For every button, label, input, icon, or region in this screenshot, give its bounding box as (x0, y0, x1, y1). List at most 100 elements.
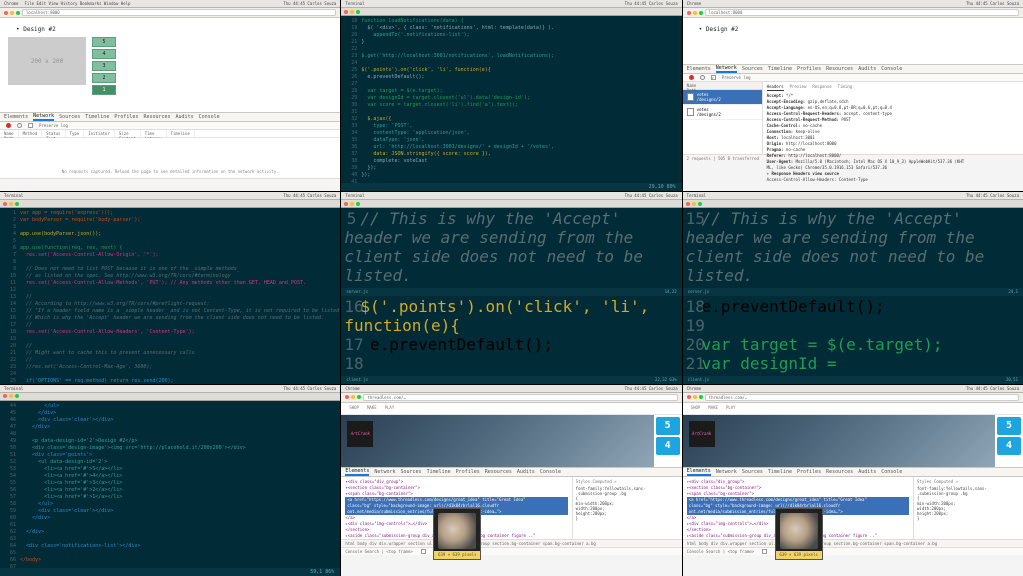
network-request-row[interactable]: votes/designs/2 (683, 105, 762, 120)
address-bar[interactable]: localhost:8000 (22, 9, 336, 16)
clear-icon[interactable] (17, 123, 22, 128)
hero-image[interactable]: ArtCrank (683, 415, 995, 467)
site-nav[interactable]: SHOPMAKEPLAY (341, 403, 681, 415)
devtools-tabs[interactable]: Elements Network Sources Timeline Profiles Re… (683, 467, 1023, 477)
devtools-tab[interactable]: Network (33, 113, 54, 121)
clear-icon[interactable] (700, 75, 705, 80)
score-buttons[interactable]: 54 (995, 415, 1023, 467)
devtools-tab[interactable]: Timeline (85, 114, 109, 120)
editor-pane-bottom[interactable]: 16$('.points').on('click', 'li', functio… (341, 296, 681, 376)
devtools-tab[interactable]: Network (716, 469, 737, 475)
page-content: • Design #2 200 x 200 54321 (0, 18, 340, 112)
preview-art (438, 513, 476, 549)
styles-pane[interactable]: Styles Computed » font-family:Yellowtail… (572, 477, 682, 539)
editor-pane-top[interactable]: 15// This is why the 'Accept' header we … (683, 208, 1023, 288)
image-preview-tooltip: 639 × 639 pixels (433, 508, 481, 560)
regex-checkbox[interactable] (762, 549, 767, 554)
score-button[interactable]: 5 (997, 417, 1021, 435)
devtools-tab[interactable]: Network (716, 65, 737, 73)
macos-menubar: Chrome File Edit View History Bookmarks … (0, 0, 340, 8)
record-icon[interactable] (689, 75, 694, 80)
devtools-tab[interactable]: Console (199, 114, 220, 120)
vim-statusline: 29,10 80% (341, 183, 681, 191)
file-icon (687, 93, 694, 101)
editor-pane[interactable]: 44 </ul>45 </div>46 <div class='clear'><… (0, 401, 340, 576)
devtools-tab[interactable]: Profiles (797, 66, 821, 72)
vote-button[interactable]: 4 (92, 49, 116, 59)
console-bar[interactable]: Console Search | <top frame> Regular exp… (341, 547, 681, 555)
elements-panel[interactable]: ▾<div class="div_group"> ▾<section class… (341, 477, 681, 539)
network-body: No requests captured. Reload the page to… (0, 138, 340, 178)
editor-pane[interactable]: 1var app = require('express')();2var bod… (0, 208, 340, 383)
devtools-subbar[interactable]: Preserve log (0, 122, 340, 130)
devtools-tabs[interactable]: Elements Network Sources Timeline Profiles Re… (683, 64, 1023, 74)
devtools-tab[interactable]: Elements (4, 114, 28, 120)
score-button[interactable]: 4 (997, 437, 1021, 455)
devtools-tab[interactable]: Elements (345, 468, 369, 476)
devtools-tab[interactable]: Console (540, 469, 561, 475)
devtools-tab[interactable]: Profiles (456, 469, 480, 475)
devtools-tab[interactable]: Audits (517, 469, 535, 475)
regex-checkbox[interactable] (421, 549, 426, 554)
address-bar[interactable]: localhost:8000 (705, 9, 1019, 16)
editor-pane[interactable]: 18function loadNotifications(data) {19 $… (341, 16, 681, 191)
window-traffic-lights[interactable] (344, 10, 360, 14)
editor-pane-top[interactable]: 5// This is why the 'Accept' header we a… (341, 208, 681, 288)
devtools-tab[interactable]: Console (881, 66, 902, 72)
devtools-tab[interactable]: Audits (858, 469, 876, 475)
devtools-subbar[interactable]: Preserve log (683, 74, 1023, 82)
preserve-log-checkbox[interactable] (28, 123, 33, 128)
devtools-tab[interactable]: Resources (143, 114, 170, 120)
vote-button[interactable]: 1 (92, 85, 116, 95)
menubar-app: Chrome (4, 1, 18, 6)
devtools-tab[interactable]: Sources (59, 114, 80, 120)
editor-pane-bottom[interactable]: 18e.preventDefault();1920var target = $(… (683, 296, 1023, 376)
window-traffic-lights[interactable] (4, 11, 20, 15)
artcrank-badge: ArtCrank (347, 421, 373, 447)
vote-button[interactable]: 2 (92, 73, 116, 83)
score-button[interactable]: 5 (656, 417, 680, 435)
styles-pane[interactable]: Styles Computed » font-family:Yellowtail… (913, 477, 1023, 539)
site-nav[interactable]: SHOPMAKEPLAY (683, 403, 1023, 415)
preserve-log-checkbox[interactable] (711, 75, 716, 80)
tile-terminal-html: TerminalThu 44:45 Carlos Souza 44 </ul>4… (0, 385, 340, 576)
devtools-tab[interactable]: Elements (687, 66, 711, 72)
devtools-tab[interactable]: Elements (687, 468, 711, 476)
dom-breadcrumb[interactable]: html body div div.wrapper section ul.sli… (683, 539, 1023, 547)
menubar-items[interactable]: File Edit View History Bookmarks Window … (24, 1, 130, 6)
devtools-tab[interactable]: Timeline (427, 469, 451, 475)
vote-button[interactable]: 5 (92, 37, 116, 47)
devtools-tab[interactable]: Profiles (797, 469, 821, 475)
dom-breadcrumb[interactable]: html body div div.wrapper section ul.sli… (341, 539, 681, 547)
devtools-tab[interactable]: Sources (742, 66, 763, 72)
devtools-tab[interactable]: Audits (176, 114, 194, 120)
hero-image[interactable]: ArtCrank (341, 415, 653, 467)
devtools-tab[interactable]: Resources (826, 66, 853, 72)
devtools-tab[interactable]: Console (881, 469, 902, 475)
image-preview-tooltip: 639 × 639 pixels (775, 508, 823, 560)
devtools-tab[interactable]: Network (374, 469, 395, 475)
preview-caption: 639 × 639 pixels (434, 551, 480, 559)
window-traffic-lights[interactable] (687, 11, 703, 15)
devtools-tab[interactable]: Resources (826, 469, 853, 475)
score-button[interactable]: 4 (656, 437, 680, 455)
devtools-tab[interactable]: Sources (401, 469, 422, 475)
address-bar[interactable]: threadless.com/… (363, 394, 677, 401)
devtools-tab[interactable]: Timeline (768, 469, 792, 475)
devtools-tab[interactable]: Timeline (768, 66, 792, 72)
devtools-tab[interactable]: Resources (485, 469, 512, 475)
devtools-tabs[interactable]: Elements Network Sources Timeline Profiles Re… (341, 467, 681, 477)
devtools-tabs[interactable]: Elements Network Sources Timeline Profiles Re… (0, 112, 340, 122)
network-request-list[interactable]: NamePath votes/designs/2votes/designs/2 (683, 82, 763, 154)
vote-button[interactable]: 3 (92, 61, 116, 71)
placeholder-image: 200 x 200 (8, 37, 86, 85)
devtools-tab[interactable]: Audits (858, 66, 876, 72)
record-icon[interactable] (6, 123, 11, 128)
tile-terminal-split-1: TerminalThu 44:45 Carlos Souza 5// This … (341, 192, 681, 383)
tile-terminal-split-2: TerminalThu 44:45 Carlos Souza 15// This… (683, 192, 1023, 383)
address-bar[interactable]: threadless.com/… (705, 394, 1019, 401)
console-bar[interactable]: Console Search | <top frame> Regular exp… (683, 547, 1023, 555)
devtools-tab[interactable]: Sources (742, 469, 763, 475)
devtools-tab[interactable]: Profiles (114, 114, 138, 120)
score-buttons[interactable]: 54 (654, 415, 682, 467)
